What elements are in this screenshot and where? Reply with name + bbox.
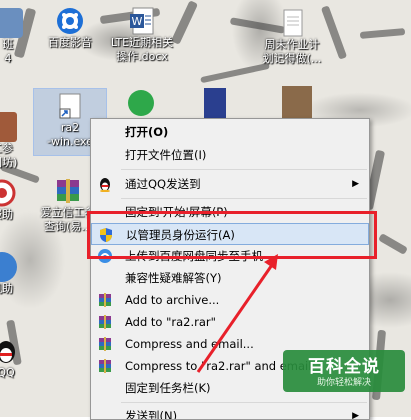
menu-separator xyxy=(121,402,367,403)
svg-text:W: W xyxy=(132,15,143,28)
menu-item-send-to[interactable]: 发送到(N) ▶ xyxy=(91,405,369,420)
menu-item-send-via-qq[interactable]: 通过QQ发送到 ▶ xyxy=(91,173,369,195)
app-icon xyxy=(0,252,17,282)
menu-item-open[interactable]: 打开(O) xyxy=(91,121,369,143)
document-icon xyxy=(277,8,307,38)
desktop-icon-photo-partial xyxy=(282,86,312,118)
winrar-icon xyxy=(97,336,113,352)
desktop-icon-qq[interactable]: QQ xyxy=(0,336,44,380)
menu-item-add-to-ra2-rar[interactable]: Add to "ra2.rar" xyxy=(91,311,369,333)
annotation-highlight-box xyxy=(87,211,377,259)
winrar-icon xyxy=(97,358,113,374)
desktop-icon-baidu-player[interactable]: 百度影音 xyxy=(32,6,108,50)
desktop-icon-book-partial xyxy=(204,88,226,118)
desktop-icon-weekend-plan[interactable]: 周末作业计 划记得做(... xyxy=(254,8,330,66)
winrar-archive-icon xyxy=(53,176,83,206)
desktop-icon-wifi-partial xyxy=(128,90,154,116)
winrar-icon xyxy=(97,314,113,330)
menu-item-open-file-location[interactable]: 打开文件位置(I) xyxy=(91,144,369,166)
submenu-arrow-icon: ▶ xyxy=(352,179,359,189)
app-icon xyxy=(0,8,23,38)
shortcut-exe-icon xyxy=(55,91,85,121)
menu-separator xyxy=(121,198,367,199)
desktop-icon-gongcan[interactable]: 工参 (别坊) xyxy=(0,112,40,170)
baidu-player-icon xyxy=(55,6,85,36)
watermark-title: 百科全说 xyxy=(308,357,380,377)
desktop-icon-jizhu[interactable]: 机助 xyxy=(0,252,40,296)
winrar-icon xyxy=(97,292,113,308)
menu-item-add-to-archive[interactable]: Add to archive... xyxy=(91,289,369,311)
qq-icon xyxy=(0,336,21,366)
menu-item-compat-troubleshoot[interactable]: 兼容性疑难解答(Y) xyxy=(91,267,369,289)
menu-separator xyxy=(121,169,367,170)
submenu-arrow-icon: ▶ xyxy=(352,411,359,420)
watermark-subtitle: 助你轻松解决 xyxy=(316,378,371,388)
desktop-icon-lte-docx[interactable]: W LTE近期相关 操作.docx xyxy=(104,6,180,64)
qq-penguin-icon xyxy=(97,176,113,193)
watermark-badge: 百科全说 助你轻松解决 xyxy=(283,350,405,392)
word-doc-icon: W xyxy=(127,6,157,36)
app-icon xyxy=(0,112,17,142)
app-icon xyxy=(0,178,17,208)
